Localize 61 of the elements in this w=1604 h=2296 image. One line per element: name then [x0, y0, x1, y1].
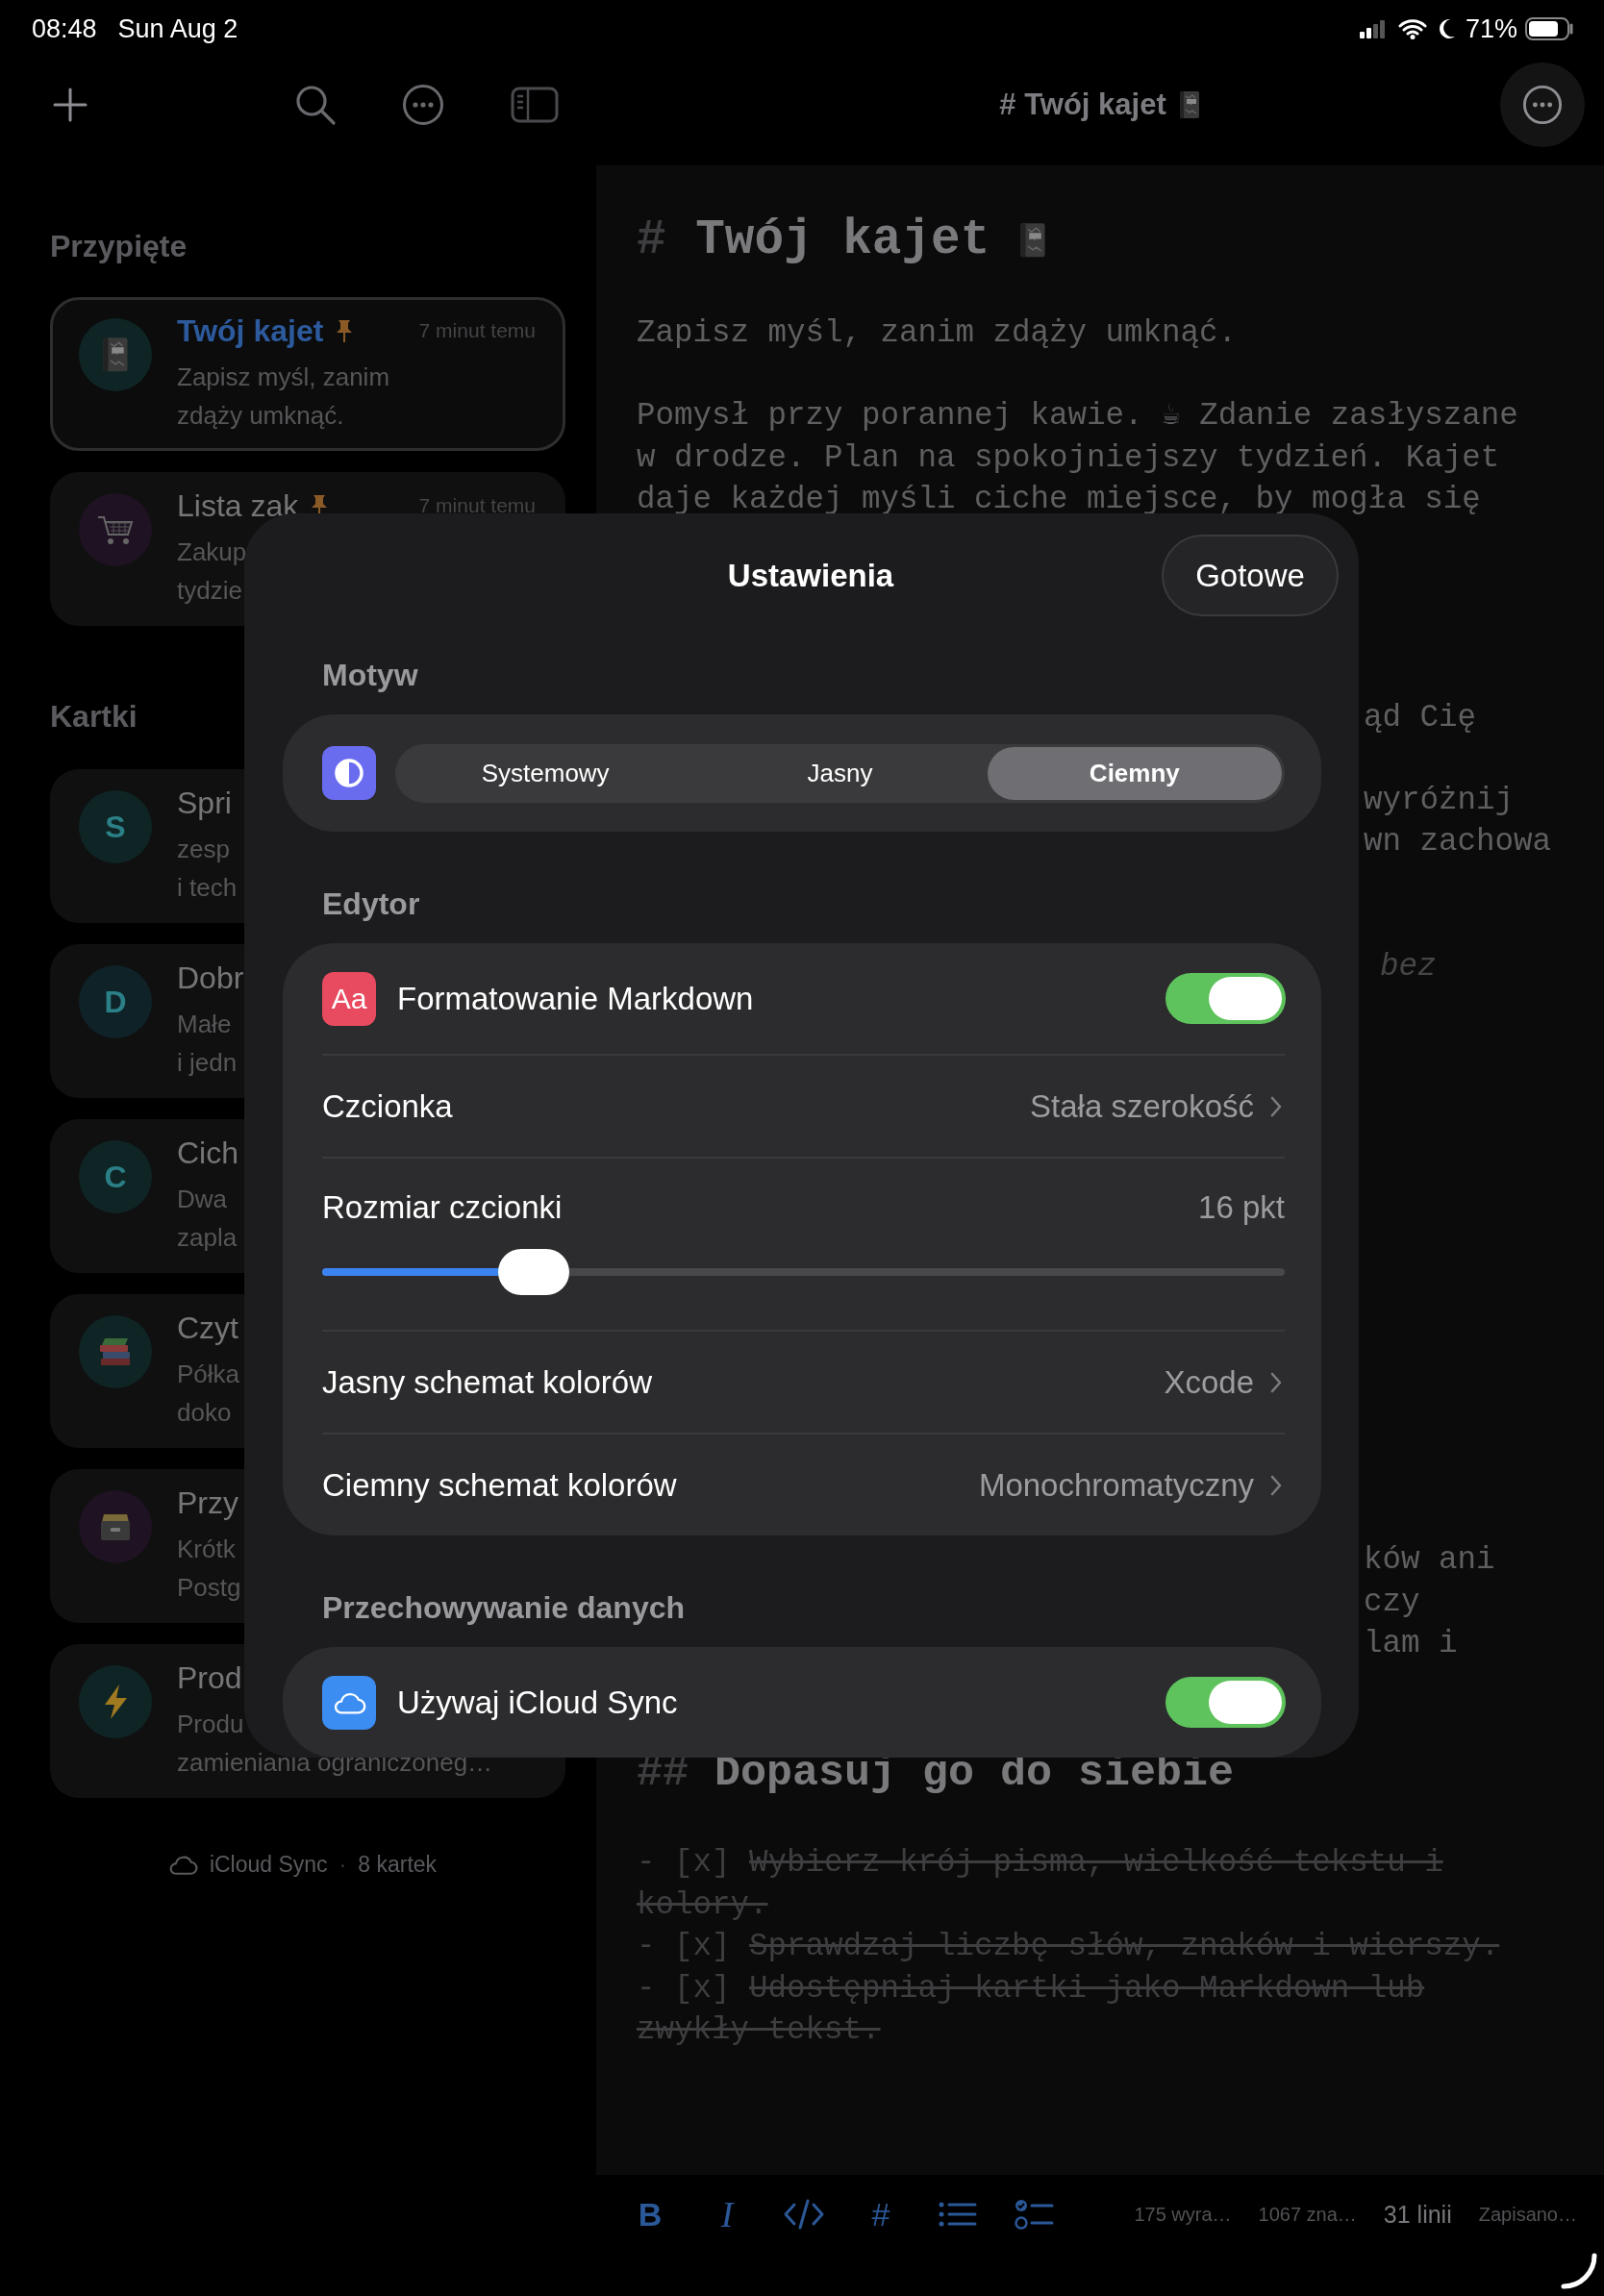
setting-label: Jasny schemat kolorów	[322, 1363, 652, 1401]
status-text: Zapisano…	[1478, 2203, 1577, 2227]
avatar-letter: C	[104, 1159, 127, 1195]
separator-dot: ·	[338, 1852, 347, 1878]
text-fragment: ąd Cię	[1364, 698, 1478, 737]
note-title: Przy	[177, 1485, 238, 1521]
preview-line: Dwa	[177, 1184, 227, 1215]
note-title: Cich	[177, 1135, 238, 1171]
clock: 08:48	[32, 13, 97, 44]
note-title: Czyt	[177, 1310, 238, 1346]
preview-line: zamieniania ograniczoneg…	[177, 1747, 493, 1779]
note-title: Spri	[177, 785, 232, 821]
heading: # Twój kajet	[637, 212, 990, 269]
status-text: 31 linii	[1383, 2200, 1452, 2230]
note-count: 8 kartek	[358, 1852, 438, 1878]
note-title: # Twój kajet	[999, 87, 1166, 122]
preview-line: i tech	[177, 872, 238, 904]
note-title: Prod	[177, 1660, 242, 1696]
avatar-letter: D	[104, 984, 127, 1020]
setting-value: 16 pkt	[1198, 1189, 1285, 1226]
text-fragment: bez	[1380, 947, 1438, 986]
status-text: 175 wyra…	[1134, 2203, 1232, 2227]
preview-line: zdąży umknąć.	[177, 400, 344, 432]
avatar-letter: S	[105, 809, 126, 845]
text-format-icon: Aa	[322, 971, 376, 1026]
preview-line: i jedn	[177, 1047, 238, 1079]
preview-line: Zakup	[177, 537, 247, 568]
timestamp: 7 minut temu	[418, 319, 536, 342]
note-title: Dobr	[177, 960, 244, 996]
section-header: Edytor	[322, 886, 421, 923]
preview-line: Małe	[177, 1009, 232, 1040]
setting-label: Używaj iCloud Sync	[397, 1684, 678, 1721]
heading: ## Dopasuj go do siebie	[637, 1748, 1236, 1801]
paragraph: Pomysł przy porannej kawie. ☕ Zdanie zasłyszane w drodze. Plan na spokojniejszy tydzień. Kajet daje każdej myśli ciche miejsce, by mogła się	[637, 397, 1519, 520]
text-fragment: wyróżnij wn zachowa	[1364, 782, 1553, 862]
preview-line: zesp	[177, 834, 230, 865]
preview-line: Produ	[177, 1709, 244, 1740]
preview-line: Półka	[177, 1359, 240, 1390]
preview-line: Postg	[177, 1572, 241, 1604]
text-fragment: ków ani czy lam i	[1364, 1541, 1496, 1664]
preview-line: tydzie	[177, 575, 242, 607]
section-header: Kartki	[50, 699, 138, 734]
sync-status: iCloud Sync	[209, 1852, 328, 1878]
note-title: Twój kajet	[177, 312, 324, 349]
preview-line: doko	[177, 1397, 232, 1429]
note-title: Lista zak	[177, 487, 299, 524]
setting-label: Formatowanie Markdown	[397, 980, 754, 1017]
sheet-title: Ustawienia	[727, 557, 894, 594]
date: Sun Aug 2	[117, 13, 238, 44]
setting-label: Rozmiar czcionki	[322, 1189, 563, 1226]
battery-percent: 71%	[1465, 13, 1517, 44]
status-text: 1067 zna…	[1258, 2203, 1357, 2227]
section-header: Motyw	[322, 657, 419, 694]
paragraph: Zapisz myśl, zanim zdąży umknąć.	[637, 314, 1239, 353]
section-header: Przechowywanie danych	[322, 1589, 686, 1627]
setting-label: Ciemny schemat kolorów	[322, 1466, 677, 1504]
preview-line: Zapisz myśl, zanim	[177, 362, 390, 393]
preview-line: zapla	[177, 1222, 238, 1254]
section-header: Przypięte	[50, 229, 188, 263]
setting-label: Czcionka	[322, 1087, 453, 1125]
preview-line: Krótk	[177, 1534, 236, 1565]
